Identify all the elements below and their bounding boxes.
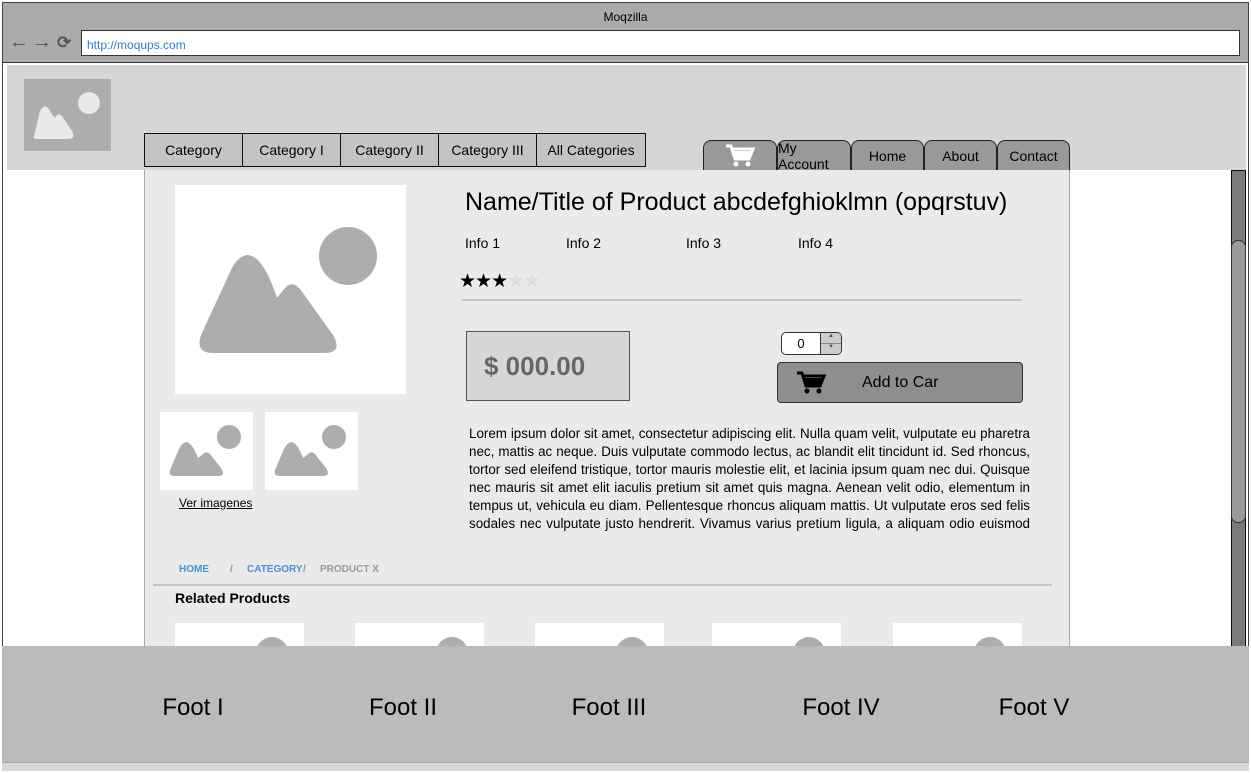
related-product-image[interactable]: [535, 623, 664, 647]
scrollbar-thumb[interactable]: [1231, 240, 1246, 523]
product-info: Info 2: [566, 235, 602, 251]
footer-link[interactable]: Foot III: [572, 694, 647, 722]
window-title: Moqzilla: [603, 10, 648, 24]
footer-link[interactable]: Foot V: [999, 694, 1070, 722]
category-tab[interactable]: Category: [145, 134, 243, 166]
all-categories-tab[interactable]: All Categories: [537, 134, 645, 166]
rating-stars[interactable]: ★★★★★: [459, 270, 540, 293]
cart-tab[interactable]: [703, 140, 777, 170]
product-description: Lorem ipsum dolor sit amet, consectetur …: [469, 426, 1030, 531]
star-filled-icon[interactable]: ★: [459, 271, 476, 292]
category-nav: Category Category I Category II Category…: [144, 133, 646, 167]
related-product-image[interactable]: [175, 623, 304, 647]
add-to-cart-label: Add to Car: [862, 374, 939, 391]
product-info: Info 3: [686, 235, 722, 251]
tab-my-account[interactable]: My Account: [777, 140, 851, 172]
footer-link[interactable]: Foot I: [162, 694, 223, 722]
quantity-stepper[interactable]: 0 ▲ ▼: [781, 332, 842, 355]
price-box: $ 000.00: [466, 331, 630, 401]
product-title: Name/Title of Product abcdefghioklmn (op…: [465, 188, 1008, 216]
breadcrumb-category[interactable]: CATEGORY: [247, 564, 303, 575]
breadcrumb-separator: /: [303, 564, 306, 575]
breadcrumb-current: PRODUCT X: [320, 564, 379, 575]
star-filled-icon[interactable]: ★: [491, 271, 508, 292]
add-to-cart-button[interactable]: Add to Car: [777, 362, 1023, 403]
related-product-image[interactable]: [893, 623, 1022, 647]
breadcrumb-separator: /: [230, 564, 233, 575]
quantity-input[interactable]: 0: [782, 333, 820, 354]
url-bar[interactable]: http://moqups.com: [81, 30, 1240, 56]
breadcrumb-home[interactable]: HOME: [179, 564, 209, 575]
category-tab[interactable]: Category II: [341, 134, 439, 166]
footer-link[interactable]: Foot II: [369, 694, 437, 722]
related-products-heading: Related Products: [175, 590, 291, 606]
divider: [462, 299, 1022, 301]
back-arrow-icon[interactable]: ←: [9, 31, 29, 54]
star-empty-icon[interactable]: ★: [523, 271, 540, 292]
thumbnail-image[interactable]: [160, 412, 253, 490]
increment-arrow-icon[interactable]: ▲: [821, 333, 841, 344]
reload-icon[interactable]: ⟳: [57, 33, 71, 53]
product-info: Info 1: [465, 235, 501, 251]
tab-about[interactable]: About: [924, 140, 997, 170]
decrement-arrow-icon[interactable]: ▼: [821, 344, 841, 354]
tab-contact[interactable]: Contact: [997, 140, 1070, 170]
divider: [153, 584, 1052, 586]
footer-link[interactable]: Foot IV: [802, 694, 879, 722]
related-product-image[interactable]: [355, 623, 484, 647]
tab-home[interactable]: Home: [851, 140, 924, 170]
category-tab[interactable]: Category I: [243, 134, 341, 166]
thumbnail-image[interactable]: [265, 412, 358, 490]
logo-image-placeholder: [24, 79, 111, 151]
product-info: Info 4: [798, 235, 834, 251]
category-tab[interactable]: Category III: [439, 134, 537, 166]
status-bar: [2, 762, 1249, 771]
forward-arrow-icon[interactable]: →: [32, 31, 52, 54]
star-filled-icon[interactable]: ★: [475, 271, 492, 292]
cart-icon: [797, 371, 826, 394]
cart-icon: [726, 144, 755, 166]
see-images-link[interactable]: Ver imagenes: [179, 496, 252, 510]
related-product-image[interactable]: [712, 623, 841, 647]
main-product-image[interactable]: [175, 185, 406, 394]
star-empty-icon[interactable]: ★: [507, 271, 524, 292]
